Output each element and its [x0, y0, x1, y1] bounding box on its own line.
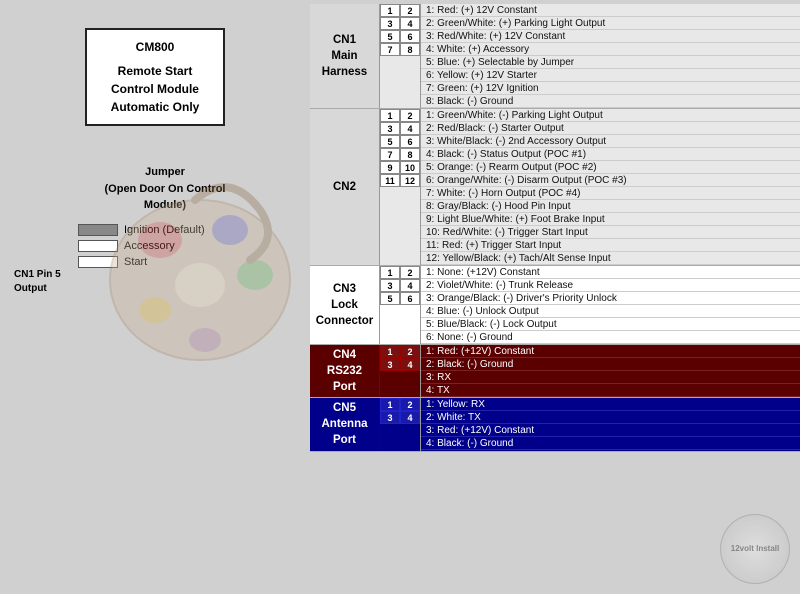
left-panel: CM800 Remote Start Control Module Automa… — [0, 0, 310, 594]
cn5-pins: 12 34 — [380, 398, 421, 450]
module-name: CM800 — [99, 38, 211, 56]
cn4-label: CN4RS232Port — [310, 345, 380, 397]
cn3-group: CN3LockConnector 12 34 56 1: None: (+12V… — [310, 266, 800, 345]
cn3-pins: 12 34 56 — [380, 266, 421, 344]
subtitle1: Remote Start — [99, 62, 211, 80]
cn1-label: CN1MainHarness — [310, 4, 380, 108]
cn1-pin5-label: CN1 Pin 5 Output — [14, 268, 61, 296]
cn4-descs: 1: Red: (+12V) Constant 2: Black: (-) Gr… — [421, 345, 800, 397]
cn1-group: CN1MainHarness 12 34 56 78 1: Red: (+) 1… — [310, 4, 800, 109]
cn1-descs: 1: Red: (+) 12V Constant 2: Green/White:… — [421, 4, 800, 108]
cn3-label: CN3LockConnector — [310, 266, 380, 344]
page-wrapper: CM800 Remote Start Control Module Automa… — [0, 0, 800, 594]
cn5-label: CN5AntennaPort — [310, 398, 380, 450]
module-box: CM800 Remote Start Control Module Automa… — [85, 28, 225, 126]
cn2-pins: 12 34 56 78 910 1112 — [380, 109, 421, 265]
cn3-descs: 1: None: (+12V) Constant 2: Violet/White… — [421, 266, 800, 344]
cn1-pins: 12 34 56 78 — [380, 4, 421, 108]
cn4-group: CN4RS232Port 12 34 1: Red: (+12V) Consta… — [310, 345, 800, 398]
cn2-label: CN2 — [310, 109, 380, 265]
cn4-pins: 12 34 — [380, 345, 421, 397]
cn5-group: CN5AntennaPort 12 34 1: Yellow: RX 2: Wh… — [310, 398, 800, 451]
subtitle2: Control Module — [99, 80, 211, 98]
palette-decoration — [100, 160, 300, 380]
connector-table: CN1MainHarness 12 34 56 78 1: Red: (+) 1… — [310, 4, 800, 590]
cn2-group: CN2 12 34 56 78 910 1112 1: Green/White:… — [310, 109, 800, 266]
watermark: 12volt Install — [720, 514, 790, 584]
subtitle3: Automatic Only — [99, 98, 211, 116]
cn5-descs: 1: Yellow: RX 2: White: TX 3: Red: (+12V… — [421, 398, 800, 450]
right-panel: CN1MainHarness 12 34 56 78 1: Red: (+) 1… — [310, 0, 800, 594]
cn2-descs: 1: Green/White: (-) Parking Light Output… — [421, 109, 800, 265]
